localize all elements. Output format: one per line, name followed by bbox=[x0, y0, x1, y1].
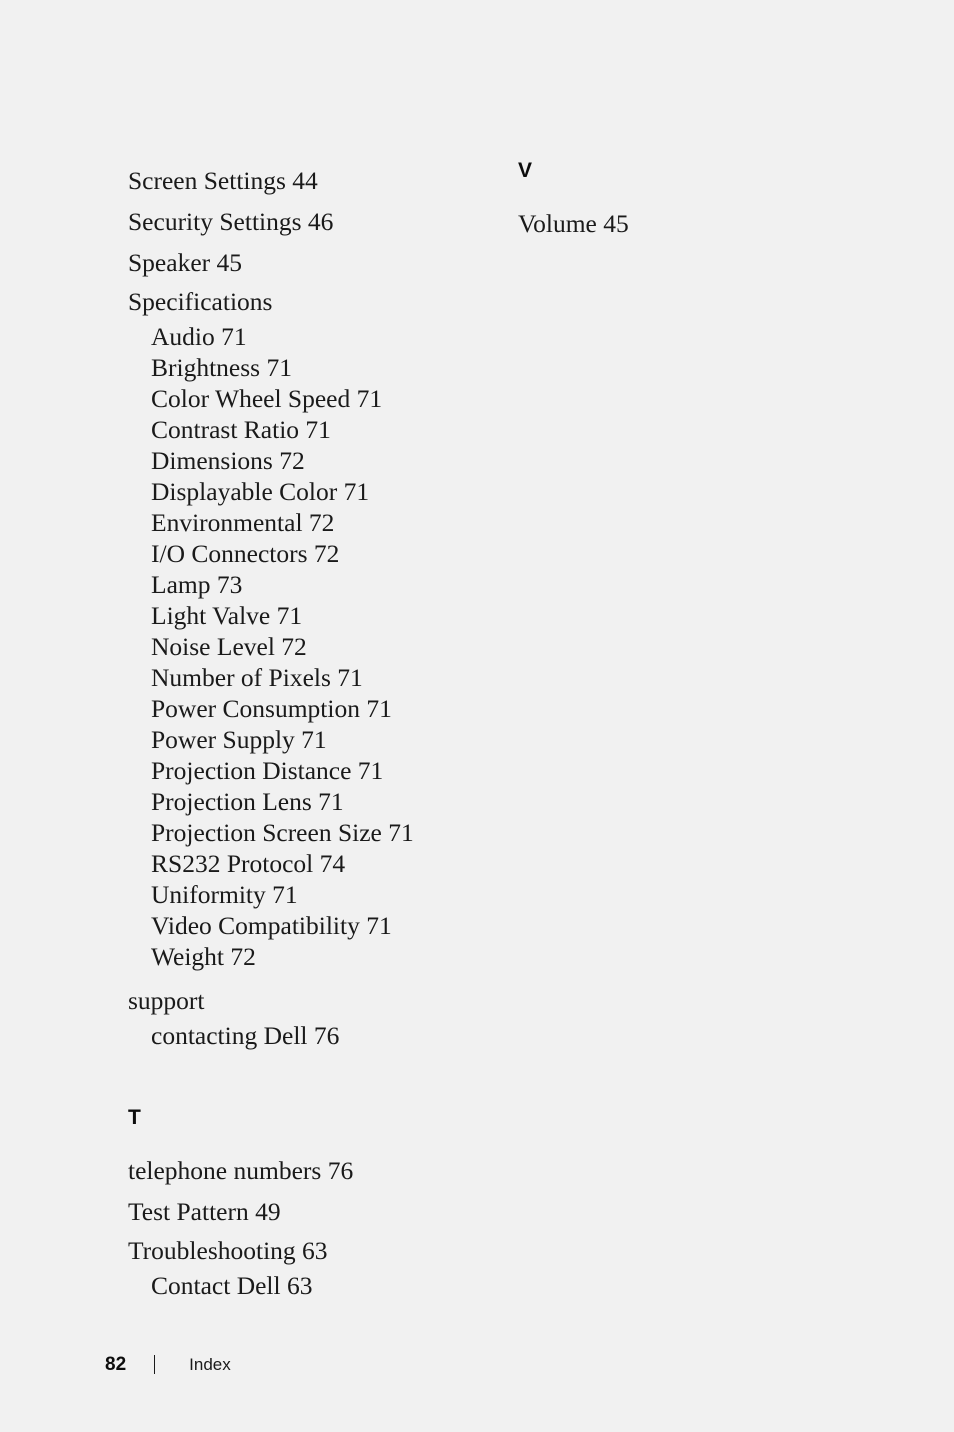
index-subentry: Weight 72 bbox=[151, 942, 256, 971]
index-subentry: Projection Lens 71 bbox=[151, 787, 344, 816]
index-subentry: Video Compatibility 71 bbox=[151, 911, 392, 940]
index-subentry: Color Wheel Speed 71 bbox=[151, 384, 383, 413]
page-number: 82 bbox=[105, 1354, 127, 1375]
index-subentry: Contact Dell 63 bbox=[151, 1271, 313, 1300]
index-entry: support bbox=[128, 986, 205, 1015]
index-subentry: Light Valve 71 bbox=[151, 601, 303, 630]
index-subentry: Power Supply 71 bbox=[151, 725, 327, 754]
index-entry: Volume 45 bbox=[518, 209, 629, 238]
index-subentry: Projection Screen Size 71 bbox=[151, 818, 414, 847]
index-entry: Speaker 45 bbox=[128, 248, 243, 277]
index-letter-heading-v: V bbox=[518, 159, 533, 182]
index-subentry: Dimensions 72 bbox=[151, 446, 305, 475]
page-footer: 82 Index bbox=[105, 1355, 231, 1374]
index-subentry: Contrast Ratio 71 bbox=[151, 415, 331, 444]
index-entry-group-v: Volume 45 bbox=[518, 203, 878, 244]
footer-section-label: Index bbox=[189, 1355, 231, 1374]
index-subentry: RS232 Protocol 74 bbox=[151, 849, 346, 878]
index-entry-group-continued: Screen Settings 44 Security Settings 46 … bbox=[128, 160, 488, 1051]
index-subentry: Projection Distance 71 bbox=[151, 756, 384, 785]
index-column-left: Screen Settings 44 Security Settings 46 … bbox=[128, 160, 488, 1301]
index-subentry: Noise Level 72 bbox=[151, 632, 307, 661]
index-entry: Security Settings 46 bbox=[128, 207, 334, 236]
index-subentry: Power Consumption 71 bbox=[151, 694, 392, 723]
index-column-right: V Volume 45 bbox=[518, 160, 878, 244]
footer-divider bbox=[154, 1355, 156, 1374]
index-letter-heading-t: T bbox=[128, 1106, 142, 1129]
heading-spacer bbox=[128, 1128, 488, 1150]
index-subentry: Uniformity 71 bbox=[151, 880, 298, 909]
index-entry: Test Pattern 49 bbox=[128, 1197, 281, 1226]
index-subentry: Brightness 71 bbox=[151, 353, 292, 382]
index-subentry: Displayable Color 71 bbox=[151, 477, 370, 506]
index-subentry: Number of Pixels 71 bbox=[151, 663, 363, 692]
index-entry: Specifications bbox=[128, 287, 273, 316]
index-subentry: I/O Connectors 72 bbox=[151, 539, 340, 568]
index-subentry: Lamp 73 bbox=[151, 570, 243, 599]
index-entry: Troubleshooting 63 bbox=[128, 1236, 328, 1265]
index-entry-group-t: telephone numbers 76 Test Pattern 49 Tro… bbox=[128, 1150, 488, 1301]
index-subentry: contacting Dell 76 bbox=[151, 1021, 340, 1050]
index-subentry: Environmental 72 bbox=[151, 508, 335, 537]
index-entry: Screen Settings 44 bbox=[128, 166, 318, 195]
index-page: Screen Settings 44 Security Settings 46 … bbox=[0, 0, 954, 1432]
entry-spacer bbox=[128, 972, 488, 982]
heading-spacer bbox=[518, 181, 878, 203]
index-entry: telephone numbers 76 bbox=[128, 1156, 354, 1185]
index-subentry: Audio 71 bbox=[151, 322, 247, 351]
